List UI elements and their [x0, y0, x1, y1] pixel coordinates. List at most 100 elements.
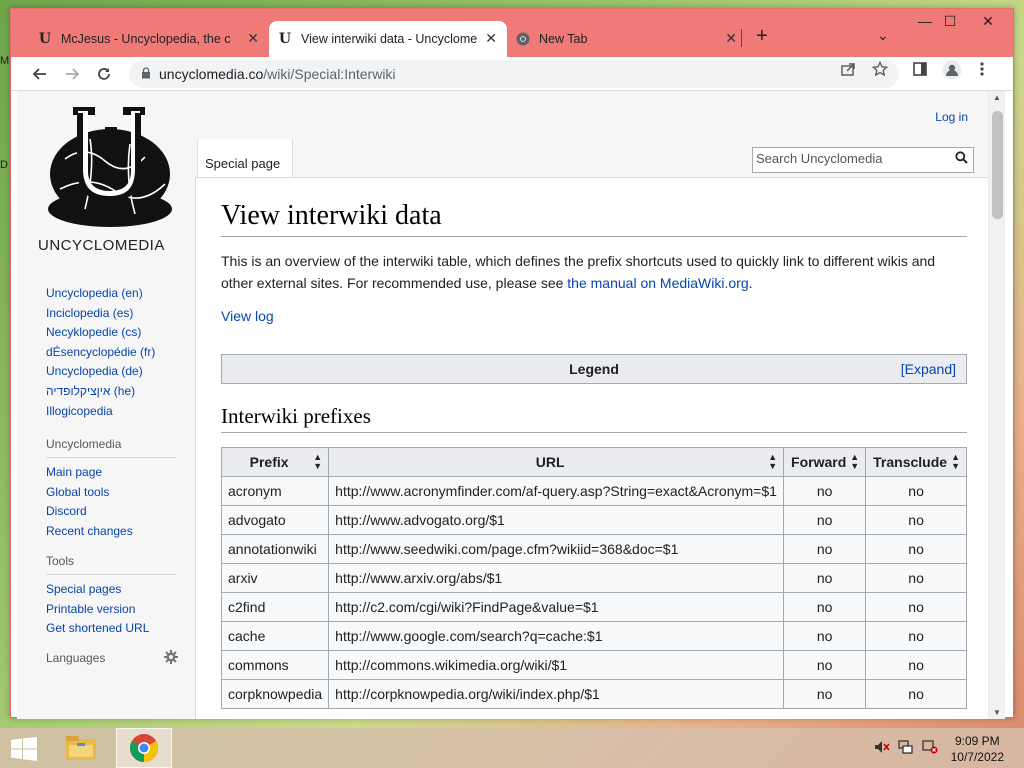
- sidebar-item-de[interactable]: Uncyclopedia (de): [46, 362, 155, 382]
- back-icon[interactable]: [27, 61, 53, 87]
- new-tab-button[interactable]: +: [756, 25, 768, 48]
- side-panel-icon[interactable]: [912, 61, 928, 82]
- column-header-forward[interactable]: Forward ▲ ▼: [783, 447, 867, 477]
- forward-cell: no: [783, 563, 867, 593]
- sort-icon: ▲ ▼: [313, 452, 323, 471]
- desktop-edge-labels: M D: [0, 55, 9, 263]
- forward-cell: no: [783, 476, 867, 506]
- transclude-cell: no: [865, 563, 967, 593]
- prefix-cell: arxiv: [220, 563, 330, 593]
- url-cell: http://c2.com/cgi/wiki?FindPage&value=$1: [328, 592, 785, 622]
- sidebar-item-shortened-url[interactable]: Get shortened URL: [46, 619, 176, 639]
- sidebar-item-es[interactable]: Inciclopedia (es): [46, 304, 155, 324]
- close-tab-icon[interactable]: ✕: [485, 30, 497, 47]
- forward-cell: no: [783, 679, 867, 709]
- prefix-cell: corpknowpedia: [220, 679, 330, 709]
- sort-icon: ▲ ▼: [850, 452, 860, 471]
- close-window-button[interactable]: ✕: [973, 13, 1003, 30]
- sidebar-nav: Uncyclomedia Main page Global tools Disc…: [46, 437, 176, 541]
- sidebar-item-discord[interactable]: Discord: [46, 502, 176, 522]
- sidebar-item-main-page[interactable]: Main page: [46, 463, 176, 483]
- sidebar-item-recent-changes[interactable]: Recent changes: [46, 522, 176, 542]
- scrollbar-thumb[interactable]: [992, 111, 1003, 219]
- close-tab-icon[interactable]: ✕: [725, 30, 737, 47]
- search-icon[interactable]: [955, 151, 968, 167]
- sidebar-item-illogicopedia[interactable]: Illogicopedia: [46, 402, 155, 422]
- tab-special-page[interactable]: Special page: [197, 139, 293, 177]
- transclude-cell: no: [865, 534, 967, 564]
- tab-new-tab[interactable]: New Tab ✕: [507, 21, 747, 57]
- scroll-down-icon[interactable]: ▼: [993, 708, 1001, 717]
- tab-separator: [741, 29, 742, 47]
- prefix-cell: commons: [220, 650, 330, 680]
- column-header-url[interactable]: URL ▲ ▼: [328, 447, 785, 477]
- tab-search-icon[interactable]: ⌄: [877, 27, 889, 44]
- windows-start-icon[interactable]: [10, 737, 38, 761]
- sidebar-item-cs[interactable]: Necyklopedie (cs): [46, 323, 155, 343]
- network-icon[interactable]: [898, 740, 914, 757]
- section-heading-prefixes: Interwiki prefixes: [221, 404, 967, 433]
- sidebar-item-fr[interactable]: dÉsencyclopédie (fr): [46, 343, 155, 363]
- tab-title: View interwiki data - Uncyclome: [301, 32, 478, 46]
- search-input[interactable]: Search Uncyclomedia: [752, 147, 974, 173]
- sidebar-item-en[interactable]: Uncyclopedia (en): [46, 284, 155, 304]
- close-tab-icon[interactable]: ✕: [247, 30, 259, 47]
- sort-icon: ▲ ▼: [951, 452, 960, 471]
- uncyclomedia-logo-icon[interactable]: [35, 99, 185, 259]
- page-title: View interwiki data: [221, 200, 967, 237]
- transclude-cell: no: [865, 650, 967, 680]
- taskbar: 9:09 PM 10/7/2022: [0, 728, 1024, 768]
- mediawiki-manual-link[interactable]: the manual on MediaWiki.org: [567, 275, 748, 291]
- sidebar-item-printable-version[interactable]: Printable version: [46, 600, 176, 620]
- prefix-cell: advogato: [220, 505, 330, 535]
- transclude-cell: no: [865, 621, 967, 651]
- legend-title: Legend: [569, 361, 619, 377]
- menu-kebab-icon[interactable]: [979, 61, 985, 82]
- tab-mcjesus[interactable]: U McJesus - Uncyclopedia, the con ✕: [29, 21, 269, 57]
- maximize-button[interactable]: ☐: [935, 13, 965, 30]
- tab-interwiki[interactable]: U View interwiki data - Uncyclome ✕: [269, 21, 507, 57]
- page-scrollbar[interactable]: ▲ ▼: [988, 91, 1005, 719]
- forward-icon[interactable]: [59, 61, 85, 87]
- reload-icon[interactable]: [91, 61, 117, 87]
- sidebar-item-global-tools[interactable]: Global tools: [46, 483, 176, 503]
- scroll-up-icon[interactable]: ▲: [993, 93, 1001, 102]
- view-log-link[interactable]: View log: [221, 308, 274, 324]
- login-link[interactable]: Log in: [935, 110, 968, 124]
- system-clock[interactable]: 9:09 PM 10/7/2022: [951, 733, 1004, 765]
- prefix-cell: acronym: [220, 476, 330, 506]
- url-cell: http://www.arxiv.org/abs/$1: [328, 563, 785, 593]
- action-center-icon[interactable]: [922, 740, 938, 757]
- chrome-taskbar-icon[interactable]: [116, 728, 172, 768]
- tab-strip: U McJesus - Uncyclopedia, the con ✕ U Vi…: [11, 9, 1013, 57]
- volume-muted-icon[interactable]: [874, 740, 890, 757]
- profile-avatar-icon[interactable]: [942, 60, 962, 85]
- table-row: commons http://commons.wikimedia.org/wiki…: [220, 650, 967, 680]
- share-icon[interactable]: [840, 61, 856, 82]
- search-placeholder: Search Uncyclomedia: [756, 151, 883, 166]
- desktop-label-m: M: [0, 55, 10, 67]
- file-explorer-icon[interactable]: [56, 728, 106, 768]
- column-header-prefix[interactable]: Prefix ▲ ▼: [220, 447, 330, 477]
- transclude-cell: no: [865, 476, 967, 506]
- tab-title: New Tab: [539, 32, 588, 46]
- table-row: advogato http://www.advogato.org/$1 no no: [220, 505, 967, 535]
- sidebar-item-special-pages[interactable]: Special pages: [46, 580, 176, 600]
- bookmark-star-icon[interactable]: [871, 60, 889, 82]
- forward-cell: no: [783, 505, 867, 535]
- url-cell: http://www.seedwiki.com/page.cfm?wikiid=…: [328, 534, 785, 564]
- url-cell: http://commons.wikimedia.org/wiki/$1: [328, 650, 785, 680]
- prefix-cell: annotationwiki: [220, 534, 330, 564]
- clock-date: 10/7/2022: [950, 750, 1004, 764]
- lock-icon: [141, 66, 151, 82]
- sidebar-item-he[interactable]: איןציקלופדיה (he): [46, 382, 155, 402]
- tab-title: McJesus - Uncyclopedia, the con: [61, 32, 231, 46]
- prefix-cell: c2find: [220, 592, 330, 622]
- address-bar[interactable]: uncyclomedia.co/wiki/Special:Interwiki: [129, 60, 899, 88]
- sidebar-heading-tools: Tools: [46, 554, 75, 568]
- prefix-cell: cache: [220, 621, 330, 651]
- gear-icon[interactable]: [164, 650, 178, 667]
- legend-expand-link[interactable]: [Expand]: [901, 361, 956, 377]
- url-cell: http://corpknowpedia.org/wiki/index.php/…: [328, 679, 785, 709]
- column-header-transclude[interactable]: Transclude ▲ ▼: [865, 447, 967, 477]
